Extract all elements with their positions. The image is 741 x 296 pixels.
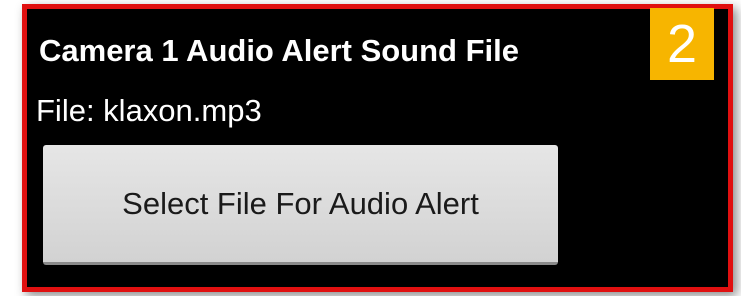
current-file-label: File: klaxon.mp3: [36, 93, 262, 128]
audio-alert-setting-panel: Camera 1 Audio Alert Sound File File: kl…: [22, 4, 733, 292]
select-audio-file-button-label: Select File For Audio Alert: [122, 185, 479, 221]
setting-title: Camera 1 Audio Alert Sound File: [39, 33, 520, 68]
select-audio-file-button[interactable]: Select File For Audio Alert: [43, 145, 558, 265]
step-number-badge: 2: [650, 8, 714, 80]
